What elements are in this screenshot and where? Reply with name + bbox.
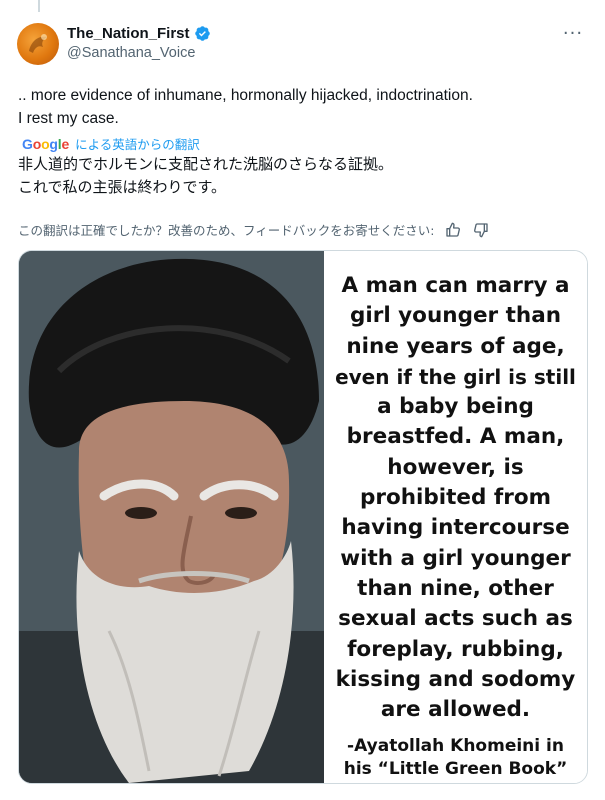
verified-badge-icon: [194, 26, 210, 41]
author-avatar[interactable]: [17, 23, 59, 65]
quote-line: a baby being: [377, 394, 534, 420]
translated-text-line: これで私の主張は終わりです。: [18, 178, 227, 196]
translated-text-line: 非人道的でホルモンに支配された洗脳のさらなる証拠。: [18, 155, 394, 173]
attribution-line: his “Little Green Book”: [343, 759, 568, 779]
quote-line: breastfed. A man,: [346, 424, 565, 450]
quote-line: having intercourse: [341, 515, 570, 541]
quote-line: sexual acts such as: [338, 606, 573, 632]
tweet-media-image[interactable]: A man can marry a girl younger than nine…: [18, 250, 588, 784]
thumbs-down-icon[interactable]: [472, 221, 490, 239]
tweet-text: .. more evidence of inhumane, hormonally…: [18, 84, 588, 130]
avatar-emblem-icon: [29, 34, 47, 53]
quote-line: than nine, other: [357, 575, 554, 601]
author-name-text: The_Nation_First: [67, 25, 190, 42]
quote-line: are allowed.: [380, 697, 531, 723]
more-options-button[interactable]: ···: [561, 22, 585, 44]
quote-line: kissing and sodomy: [335, 666, 576, 692]
quote-line: girl younger than: [349, 303, 562, 329]
quote-line: with a girl younger: [340, 545, 571, 571]
quote-line: A man can marry a: [341, 273, 570, 298]
translation-feedback: この翻訳は正確でしたか？改善のため、フィードバックをお寄せください:: [18, 220, 490, 239]
portrait-photo: [19, 251, 324, 783]
attribution-line: -Ayatollah Khomeini in: [347, 736, 564, 756]
translation-source-label[interactable]: による英語からの翻訳: [75, 134, 200, 153]
quote-line: foreplay, rubbing,: [347, 636, 564, 662]
quote-line: nine years of age,: [346, 333, 565, 359]
quote-line: prohibited from: [359, 485, 552, 511]
translation-attribution[interactable]: Google による英語からの翻訳: [22, 134, 200, 153]
quote-panel: A man can marry a girl younger than nine…: [324, 251, 587, 783]
tweet-text-line: .. more evidence of inhumane, hormonally…: [18, 87, 473, 104]
more-horizontal-icon: ···: [562, 22, 584, 44]
author-handle[interactable]: @Sanathana_Voice: [67, 45, 195, 61]
thumbs-up-icon[interactable]: [444, 221, 462, 239]
tweet-text-line: I rest my case.: [18, 110, 119, 127]
feedback-prompt: この翻訳は正確でしたか？改善のため、フィードバックをお寄せください:: [18, 223, 435, 238]
quote-text: A man can marry a girl younger than nine…: [324, 271, 587, 725]
thread-connector-line: [38, 0, 40, 12]
translated-text: 非人道的でホルモンに支配された洗脳のさらなる証拠。 これで私の主張は終わりです。: [18, 153, 393, 199]
quote-attribution: -Ayatollah Khomeini in his “Little Green…: [324, 735, 587, 781]
author-display-name[interactable]: The_Nation_First: [67, 25, 211, 42]
quote-line: however, is: [387, 454, 524, 480]
quote-line: even if the girl is still: [335, 364, 576, 389]
google-logo: Google: [22, 135, 70, 152]
